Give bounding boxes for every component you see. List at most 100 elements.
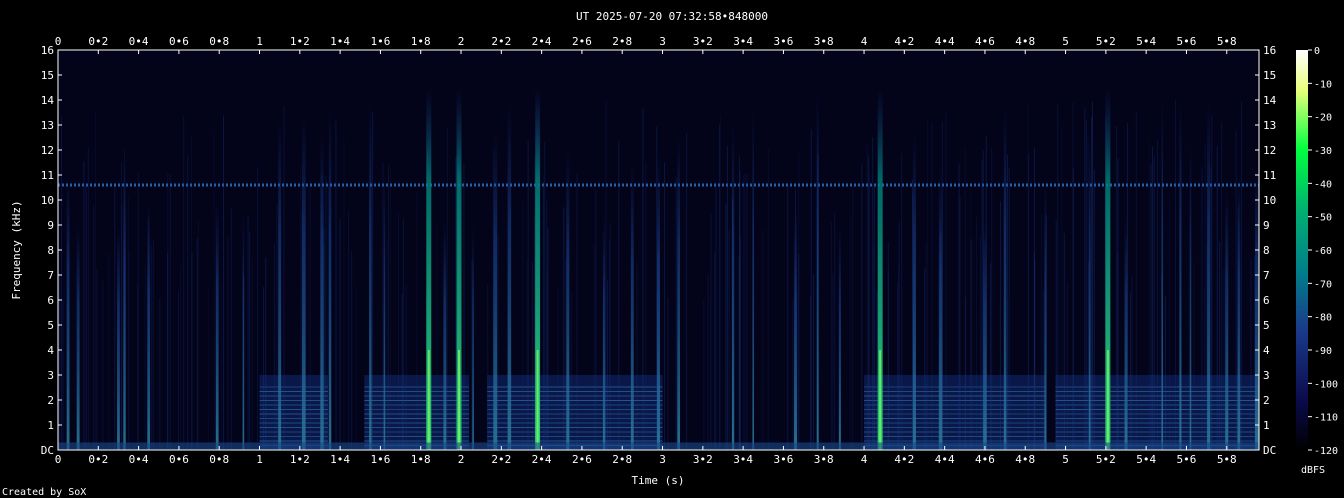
strong-transient-core (427, 350, 430, 450)
colorbar-tick-label: -60 (1314, 246, 1332, 257)
y-tick-label: 2 (47, 394, 54, 407)
x-tick-label: 3 (659, 35, 666, 48)
x-tick-label: 1•4 (330, 453, 350, 466)
transient-burst (566, 148, 570, 450)
x-tick-label: 1•6 (370, 453, 390, 466)
transient-burst (1207, 102, 1211, 450)
y-tick-label: 14 (1263, 94, 1277, 107)
transient-burst (1237, 176, 1241, 450)
transient-burst (677, 136, 681, 450)
x-tick-label: 1•2 (290, 453, 310, 466)
transient-burst (215, 199, 219, 450)
strong-transient-core (879, 350, 882, 450)
harmonic-region (259, 375, 329, 450)
strong-transient-core (536, 350, 539, 450)
colorbar (1296, 50, 1308, 450)
x-tick-label: 4 (861, 453, 868, 466)
transient-burst (1003, 105, 1007, 450)
x-tick-label: 2•6 (572, 453, 592, 466)
transient-burst (76, 223, 80, 450)
x-tick-label: 0 (55, 453, 62, 466)
x-tick-label: 0•2 (88, 453, 108, 466)
colorbar-tick-label: -40 (1314, 179, 1332, 190)
x-tick-label: 4•4 (935, 35, 955, 48)
x-tick-label: 3•6 (773, 35, 793, 48)
x-tick-label: 3•2 (693, 453, 713, 466)
transient-burst (472, 224, 474, 450)
x-tick-label: 1•2 (290, 35, 310, 48)
y-tick-label: 7 (1263, 269, 1270, 282)
transient-burst (602, 215, 606, 450)
colorbar-tick-label: -30 (1314, 146, 1332, 157)
y-tick-label: 4 (1263, 344, 1270, 357)
x-tick-label: 2 (458, 453, 465, 466)
transient-burst (328, 110, 332, 450)
x-tick-label: 3•4 (733, 453, 753, 466)
x-tick-label: 2 (458, 35, 465, 48)
x-tick-label: 2•2 (491, 453, 511, 466)
x-tick-label: 5•8 (1217, 35, 1237, 48)
x-tick-label: 5•4 (1136, 453, 1156, 466)
x-tick-label: 2•8 (612, 35, 632, 48)
transient-burst (302, 113, 306, 450)
x-tick-label: 4•8 (1015, 453, 1035, 466)
x-tick-label: 5•8 (1217, 453, 1237, 466)
colorbar-label: dBFS (1301, 465, 1325, 476)
y-tick-label: DC (41, 444, 54, 457)
x-tick-label: 4•6 (975, 453, 995, 466)
y-axis-label: Frequency (kHz) (10, 200, 23, 299)
y-tick-label: 13 (41, 119, 54, 132)
y-tick-label: 13 (1263, 119, 1276, 132)
x-tick-label: 3•4 (733, 35, 753, 48)
y-tick-label: 5 (1263, 319, 1270, 332)
transient-burst (1225, 189, 1229, 450)
transient-burst (147, 203, 151, 450)
y-tick-label: 10 (1263, 194, 1276, 207)
y-tick-label: 10 (41, 194, 54, 207)
x-tick-label: 5 (1062, 453, 1069, 466)
y-tick-label: DC (1263, 444, 1276, 457)
y-tick-label: 11 (41, 169, 54, 182)
x-tick-label: 0•4 (129, 35, 149, 48)
transient-burst (66, 175, 70, 450)
transient-burst (1044, 178, 1047, 450)
colorbar-tick-label: -100 (1314, 379, 1338, 390)
transient-burst (443, 220, 447, 450)
y-tick-label: 7 (47, 269, 54, 282)
transient-burst (1179, 100, 1182, 450)
y-tick-label: 3 (47, 369, 54, 382)
y-tick-label: 9 (47, 219, 54, 232)
x-tick-label: 0•2 (88, 35, 108, 48)
y-tick-label: 3 (1263, 369, 1270, 382)
colorbar-tick-label: -80 (1314, 313, 1332, 324)
transient-burst (1161, 97, 1164, 450)
y-tick-label: 1 (1263, 419, 1270, 432)
colorbar-tick-label: -120 (1314, 446, 1338, 457)
y-tick-label: 16 (1263, 44, 1276, 57)
x-tick-label: 2•4 (532, 35, 552, 48)
x-tick-label: 5•2 (1096, 35, 1116, 48)
y-tick-label: 14 (41, 94, 55, 107)
x-tick-label: 4•4 (935, 453, 955, 466)
transient-burst (369, 100, 372, 450)
colorbar-tick-label: -110 (1314, 413, 1338, 424)
transient-burst (507, 103, 512, 450)
colorbar-tick-label: 0 (1314, 46, 1320, 57)
x-tick-label: 4•6 (975, 35, 995, 48)
y-tick-label: 4 (47, 344, 54, 357)
x-tick-label: 5•6 (1177, 453, 1197, 466)
y-tick-label: 1 (47, 419, 54, 432)
transient-burst (983, 219, 987, 450)
transient-burst (731, 125, 735, 450)
spectrogram-chart: UT 2025-07-20 07:32:58•848000 0 0•2 0•4 0•6… (2, 10, 1338, 498)
y-tick-label: 2 (1263, 394, 1270, 407)
y-tick-label: 12 (1263, 144, 1276, 157)
harmonic-region (487, 375, 663, 450)
transient-burst (320, 133, 324, 450)
y-tick-label: 15 (41, 69, 54, 82)
transient-burst (752, 107, 754, 450)
colorbar-tick-label: -90 (1314, 346, 1332, 357)
x-tick-label: 4•2 (894, 453, 914, 466)
transient-burst (1189, 142, 1192, 450)
transient-burst (242, 211, 245, 450)
